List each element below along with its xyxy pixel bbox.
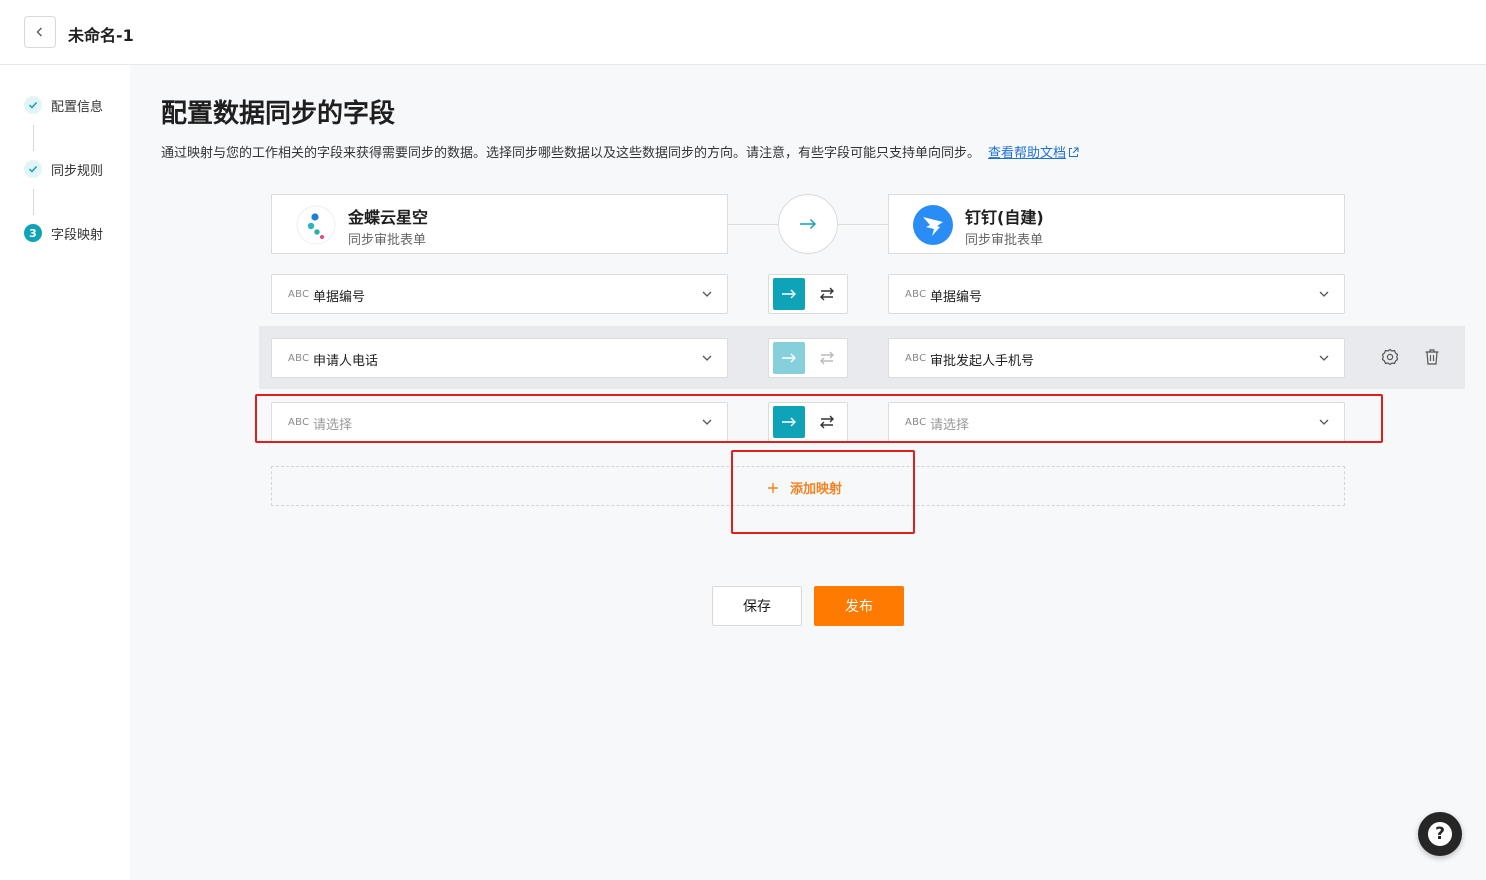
help-float-button[interactable]: ? [1418, 812, 1462, 856]
source-app-name: 金蝶云星空 [348, 208, 429, 227]
direction-toggle [768, 402, 848, 442]
source-field-select[interactable]: ABC 单据编号 [271, 274, 728, 314]
check-icon [24, 160, 42, 178]
target-app-name: 钉钉(自建) [965, 208, 1044, 227]
chevron-down-icon [1319, 291, 1329, 297]
chevron-down-icon [1319, 355, 1329, 361]
source-field-select[interactable]: ABC 请选择 [271, 402, 728, 442]
delete-button[interactable] [1420, 345, 1444, 369]
text-type-tag: ABC [288, 417, 310, 428]
chevron-down-icon [702, 355, 712, 361]
check-icon [24, 96, 42, 114]
step-sync-rules[interactable]: 同步规则 [24, 159, 103, 179]
step-label: 字段映射 [51, 227, 104, 243]
target-field-select[interactable]: ABC 单据编号 [888, 274, 1345, 314]
dingtalk-logo-icon [913, 205, 953, 245]
page-description: 通过映射与您的工作相关的字段来获得需要同步的数据。选择同步哪些数据以及这些数据同… [161, 142, 1079, 161]
top-bar: 未命名-1 [0, 0, 1486, 65]
sync-direction-indicator [778, 194, 838, 254]
target-app-subtitle: 同步审批表单 [965, 233, 1044, 248]
source-field-value: 申请人电话 [313, 354, 379, 369]
text-type-tag: ABC [288, 289, 310, 300]
step-field-mapping[interactable]: 3 字段映射 [24, 223, 103, 243]
text-type-tag: ABC [905, 353, 927, 364]
external-link-icon [1069, 147, 1079, 157]
gear-icon [1381, 348, 1399, 366]
question-mark-icon: ? [1428, 822, 1452, 846]
step-connector [33, 189, 34, 215]
step-number: 3 [24, 224, 42, 242]
swap-arrows-icon [820, 287, 834, 301]
add-mapping-label: 添加映射 [790, 482, 843, 497]
one-way-button[interactable] [773, 278, 805, 310]
description-text: 通过映射与您的工作相关的字段来获得需要同步的数据。选择同步哪些数据以及这些数据同… [161, 146, 981, 161]
target-field-value: 单据编号 [930, 290, 983, 305]
steps-sidebar: 配置信息 同步规则 3 字段映射 [0, 65, 130, 880]
settings-button[interactable] [1378, 345, 1402, 369]
source-app-card: 金蝶云星空 同步审批表单 [271, 194, 728, 254]
publish-button[interactable]: 发布 [814, 586, 904, 626]
connector-line [728, 224, 778, 225]
direction-toggle [768, 338, 848, 378]
two-way-button[interactable] [811, 406, 843, 438]
source-field-select[interactable]: ABC 申请人电话 [271, 338, 728, 378]
trash-icon [1425, 349, 1439, 365]
target-app-card: 钉钉(自建) 同步审批表单 [888, 194, 1345, 254]
step-label: 配置信息 [51, 99, 104, 115]
target-field-placeholder: 请选择 [930, 418, 970, 433]
arrow-right-icon [782, 289, 796, 299]
help-link-label: 查看帮助文档 [988, 146, 1067, 161]
chevron-down-icon [702, 291, 712, 297]
arrow-right-icon [800, 219, 816, 229]
back-button[interactable] [24, 16, 56, 48]
target-field-select[interactable]: ABC 审批发起人手机号 [888, 338, 1345, 378]
main-content: 配置数据同步的字段 通过映射与您的工作相关的字段来获得需要同步的数据。选择同步哪… [130, 65, 1486, 880]
source-field-value: 单据编号 [313, 290, 366, 305]
swap-arrows-icon [820, 351, 834, 365]
two-way-button[interactable] [811, 278, 843, 310]
text-type-tag: ABC [288, 353, 310, 364]
target-field-select[interactable]: ABC 请选择 [888, 402, 1345, 442]
one-way-button[interactable] [773, 342, 805, 374]
chevron-down-icon [702, 419, 712, 425]
source-field-placeholder: 请选择 [313, 418, 353, 433]
step-config-info[interactable]: 配置信息 [24, 95, 103, 115]
chevron-left-icon [36, 27, 42, 37]
arrow-right-icon [782, 353, 796, 363]
help-doc-link[interactable]: 查看帮助文档 [988, 146, 1079, 161]
save-button[interactable]: 保存 [712, 586, 802, 626]
add-mapping-button[interactable]: 添加映射 [271, 466, 1345, 506]
plus-icon [768, 482, 778, 493]
target-field-value: 审批发起人手机号 [930, 354, 1035, 369]
page-title: 配置数据同步的字段 [161, 99, 396, 129]
document-title: 未命名-1 [68, 26, 134, 45]
add-mapping-content: 添加映射 [767, 478, 842, 497]
source-app-subtitle: 同步审批表单 [348, 233, 427, 248]
step-connector [33, 125, 34, 151]
chevron-down-icon [1319, 419, 1329, 425]
connector-line [838, 224, 888, 225]
swap-arrows-icon [820, 415, 834, 429]
one-way-button[interactable] [773, 406, 805, 438]
arrow-right-icon [782, 417, 796, 427]
text-type-tag: ABC [905, 289, 927, 300]
kingdee-logo-icon [296, 205, 336, 245]
step-label: 同步规则 [51, 163, 104, 179]
direction-toggle [768, 274, 848, 314]
text-type-tag: ABC [905, 417, 927, 428]
two-way-button[interactable] [811, 342, 843, 374]
